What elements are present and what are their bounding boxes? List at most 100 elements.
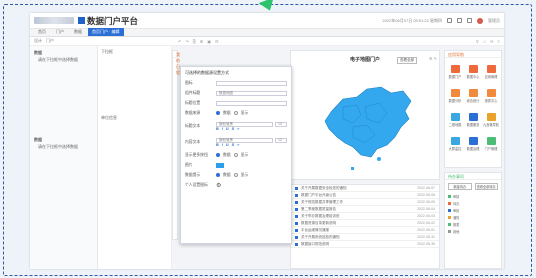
- list-item[interactable]: 关于开展数据安全检查的通知 2022-06-07: [291, 185, 439, 192]
- map-toolbar-icon[interactable]: ⚙ ✎: [429, 56, 437, 61]
- new-todo-button[interactable]: 新建待办: [448, 183, 472, 190]
- news-list-widget[interactable]: 关于开展数据安全检查的通知 2022-06-07 数据门户平台升级公告 2022-06…: [290, 184, 440, 269]
- toolbar-portal[interactable]: 门户: [46, 38, 54, 44]
- left-section-bottom[interactable]: 数据: [30, 136, 97, 143]
- tab-portal[interactable]: 门户: [52, 28, 68, 36]
- radio-off[interactable]: [233, 111, 238, 115]
- list-item[interactable]: 关于规范数据共享管理工作 2022-06-05: [291, 199, 439, 206]
- user-name[interactable]: 管理员: [488, 18, 500, 24]
- radio-on[interactable]: [216, 111, 220, 115]
- toolbar: 设计 门户 ↶ ↷ ⎘ ⊞ ▣ ⊟ ⚲ ☆ ⟳ ≡: [30, 37, 504, 46]
- view-all-todo-button[interactable]: 查看全部待办: [474, 183, 498, 190]
- app-tile[interactable]: 二维地图: [447, 109, 463, 131]
- settings-input[interactable]: [216, 80, 287, 86]
- bell-icon[interactable]: [467, 18, 472, 23]
- app-tile[interactable]: 数据治理: [465, 133, 481, 155]
- app-tile[interactable]: 数据中心: [465, 61, 481, 83]
- todo-widget[interactable]: 待办事项 新建待办 查看全部待办 审核 待办 审批 通知 报表 其他: [444, 172, 502, 269]
- left-widget[interactable]: 我的日程: [172, 50, 180, 240]
- todo-item[interactable]: 审核: [445, 193, 501, 200]
- settings-row: 组件标题 数据地图: [185, 88, 287, 98]
- radio-off[interactable]: [233, 173, 238, 177]
- format-button[interactable]: I: [222, 143, 223, 147]
- list-item-text: 第二季度数据质量报告: [301, 206, 336, 211]
- copy-icon[interactable]: ⎘: [193, 39, 196, 44]
- settings-row: 内容文本 微软雅黑 12 B I U S ≡: [185, 134, 287, 150]
- star-icon[interactable]: ☆: [483, 39, 487, 44]
- format-button[interactable]: ≡: [237, 143, 239, 147]
- undo-icon[interactable]: ↶: [178, 39, 181, 44]
- todo-item[interactable]: 报表: [445, 221, 501, 228]
- datetime: 2022年06月07日 09:51:22 星期四: [382, 17, 442, 23]
- todo-item[interactable]: 待办: [445, 200, 501, 207]
- format-button[interactable]: S: [232, 143, 235, 147]
- tab-data[interactable]: 数据: [70, 28, 86, 36]
- list-item[interactable]: 平台运维情况通报 2022-06-01: [291, 227, 439, 234]
- list-item[interactable]: 第二季度数据质量报告 2022-06-04: [291, 206, 439, 213]
- app-nav-widget[interactable]: 应用导航 数据门户 数据中心 应用管理 数据分析 综合统计 报表中心 二维地图 数据服务 九宫格…: [444, 50, 502, 168]
- left-section-top[interactable]: 数据: [30, 49, 97, 56]
- font-size-input[interactable]: 14: [275, 121, 287, 127]
- app-tile[interactable]: 大屏监控: [447, 133, 463, 155]
- settings-row: 数据来源 数据 显示: [185, 108, 287, 118]
- font-size-input[interactable]: 12: [275, 137, 287, 143]
- format-button[interactable]: U: [226, 127, 229, 131]
- bullet-icon: [295, 242, 298, 246]
- settings-icon[interactable]: [457, 18, 462, 23]
- image-swatch[interactable]: [216, 162, 224, 168]
- bullet-icon: [295, 214, 298, 218]
- map-widget[interactable]: 电子地图门户 查看全部 ⚙ ✎: [290, 50, 440, 180]
- radio-on[interactable]: [216, 173, 220, 177]
- radio-on[interactable]: [216, 153, 220, 157]
- app-tile[interactable]: 报表中心: [483, 85, 499, 107]
- font-select[interactable]: 微软雅黑: [216, 137, 273, 143]
- format-button[interactable]: U: [226, 143, 229, 147]
- app-tile[interactable]: 综合统计: [465, 85, 481, 107]
- menu-icon[interactable]: ≡: [498, 39, 500, 44]
- format-button[interactable]: B: [216, 143, 219, 147]
- app-tile-label: 报表中心: [484, 99, 498, 103]
- app-tile[interactable]: 数据服务: [465, 109, 481, 131]
- format-button[interactable]: S: [232, 127, 235, 131]
- search-icon[interactable]: ⚲: [476, 39, 479, 44]
- tab-home[interactable]: 首页: [34, 28, 50, 36]
- list-item[interactable]: 数据门户平台升级公告 2022-06-06: [291, 192, 439, 199]
- todo-item[interactable]: 审批: [445, 207, 501, 214]
- todo-item[interactable]: 通知: [445, 214, 501, 221]
- tab-bar: 首页 门户 数据 首页门户 · 编辑: [30, 28, 504, 37]
- layout-icon[interactable]: ▣: [207, 39, 211, 44]
- list-item[interactable]: 关于举办数据治理培训班 2022-06-03: [291, 213, 439, 220]
- settings-input[interactable]: 数据地图: [216, 90, 287, 96]
- format-button[interactable]: B: [216, 127, 219, 131]
- app-tile-label: 大屏监控: [448, 147, 462, 151]
- list-item[interactable]: 数据接口规范说明 2022-05-30: [291, 241, 439, 248]
- refresh-icon[interactable]: ⟳: [490, 39, 493, 44]
- map-view-all-button[interactable]: 查看全部: [397, 57, 417, 64]
- monitor-icon[interactable]: [447, 18, 452, 23]
- grid-icon[interactable]: ⊞: [200, 39, 203, 44]
- gear-icon[interactable]: ⚙: [216, 182, 221, 189]
- format-button[interactable]: I: [222, 127, 223, 131]
- settings-panel[interactable]: 可选择的数据源设置方式 图标 组件标题 数据地图 标题位置 数据来源 数据 显示 标题文本微…: [180, 66, 292, 244]
- app-tile[interactable]: 应用管理: [483, 61, 499, 83]
- tab-edit[interactable]: 首页门户 · 编辑: [88, 28, 124, 36]
- app-tile[interactable]: 数据分析: [447, 85, 463, 107]
- list-item[interactable]: 数据资源目录更新说明 2022-06-02: [291, 220, 439, 227]
- redo-icon[interactable]: ↷: [185, 39, 188, 44]
- toolbar-design[interactable]: 设计: [34, 38, 42, 44]
- app-tile[interactable]: 数据门户: [447, 61, 463, 83]
- app-tile-label: 数据门户: [448, 75, 462, 79]
- app-tile[interactable]: 九宫格导航: [483, 109, 499, 131]
- app-tile-icon: [486, 65, 496, 73]
- list-item[interactable]: 关于开展系统巡检的通知 2022-05-31: [291, 234, 439, 241]
- font-select[interactable]: 微软雅黑: [216, 121, 273, 127]
- settings-input[interactable]: [216, 100, 287, 106]
- avatar[interactable]: [477, 17, 483, 24]
- format-button[interactable]: ≡: [237, 127, 239, 131]
- design-canvas[interactable]: 我的日程 电子地图门户 查看全部 ⚙ ✎ 应用导航 数据门户 数据中心 应用管理 数据…: [172, 46, 504, 269]
- app-tile[interactable]: 门户管理: [483, 133, 499, 155]
- todo-item[interactable]: 其他: [445, 228, 501, 235]
- radio-off[interactable]: [233, 153, 238, 157]
- align-icon[interactable]: ⊟: [215, 39, 218, 44]
- radio-label: 数据: [223, 172, 231, 177]
